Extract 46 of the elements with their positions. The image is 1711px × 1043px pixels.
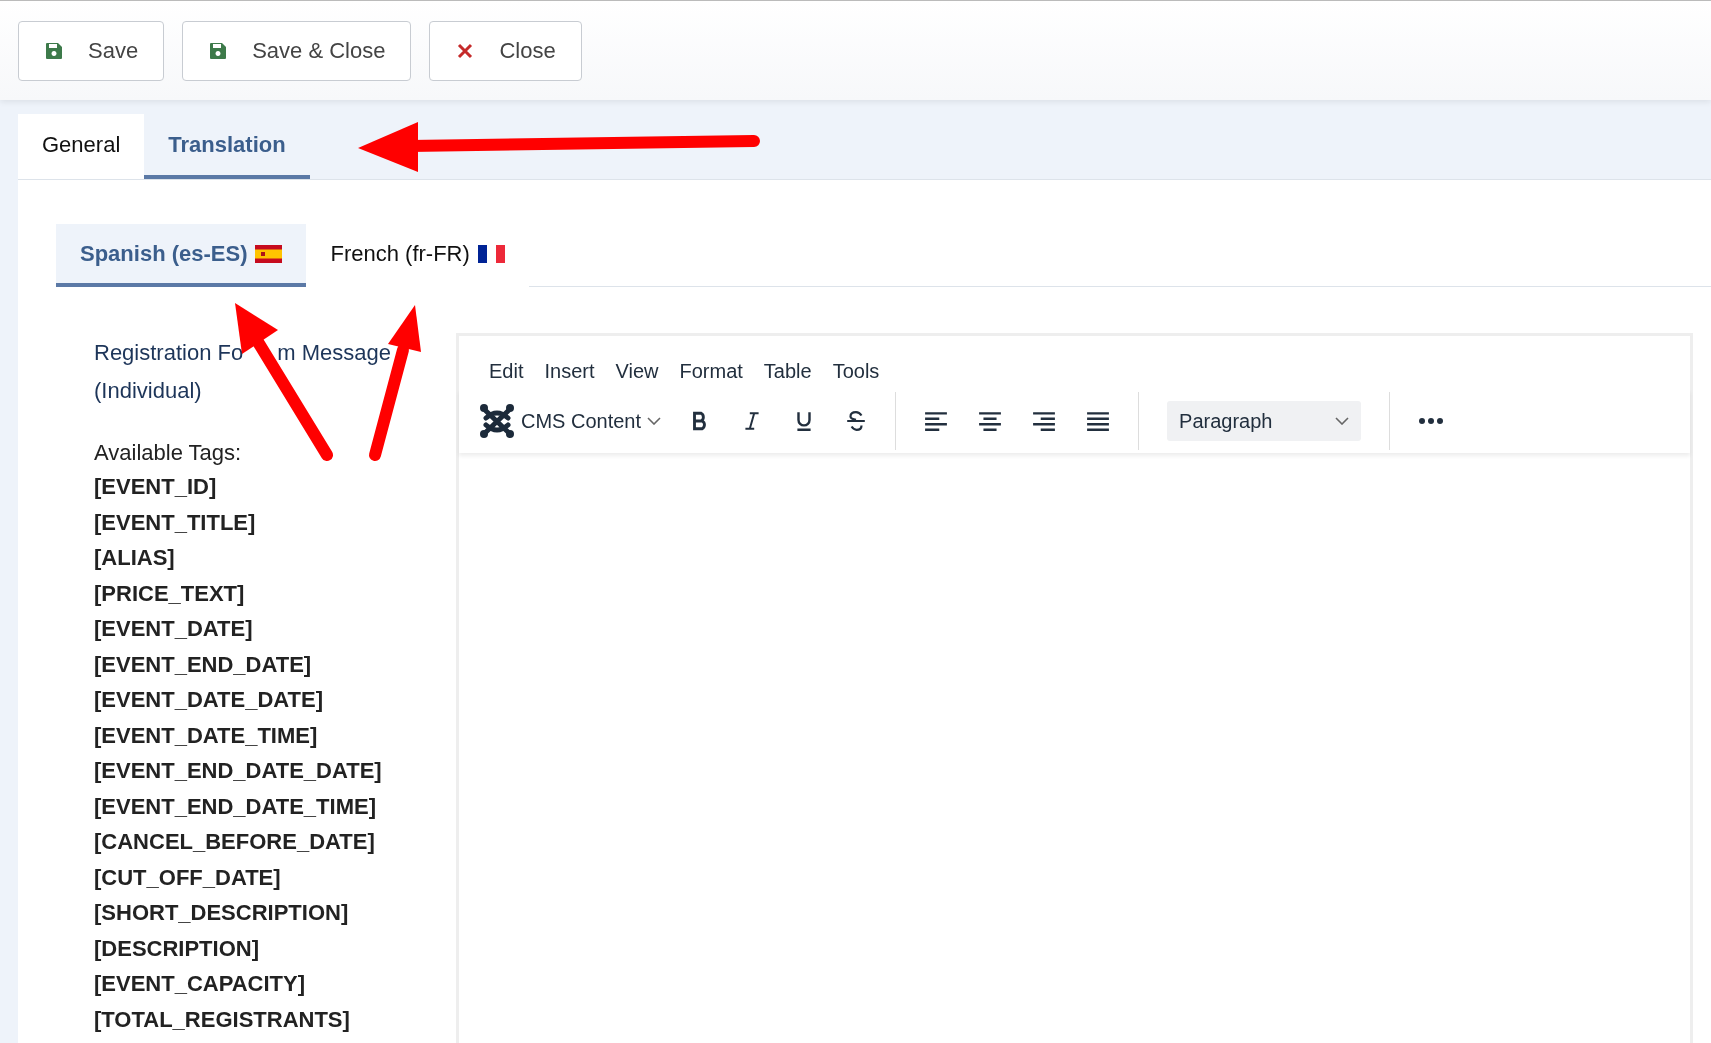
align-right-icon[interactable] xyxy=(1032,410,1057,432)
toolbar-button[interactable]: Save xyxy=(18,20,165,81)
help-title: Available Tags: xyxy=(94,439,243,467)
tag-text: [EVENT_ID] xyxy=(94,473,218,501)
menu-item[interactable]: Edit xyxy=(481,360,537,383)
menu-item[interactable]: Insert xyxy=(536,360,608,383)
tag-text: [EVENT_TITLE] xyxy=(94,508,257,537)
tag-text: [ALIAS] xyxy=(94,544,176,572)
save-icon xyxy=(208,40,229,61)
menu-item[interactable]: Tools xyxy=(824,360,893,383)
tag-text: [EVENT_END_DATE_TIME] xyxy=(94,792,377,821)
tab[interactable]: General xyxy=(18,114,145,179)
justify-icon[interactable] xyxy=(1086,410,1111,432)
chevron-down-icon xyxy=(647,417,662,425)
toolbar-button[interactable]: Save & Close xyxy=(182,20,412,81)
tag-text: [PRICE_TEXT] xyxy=(94,579,246,608)
flag-icon xyxy=(477,244,505,263)
field-label: (Individual) xyxy=(94,377,202,405)
cms-content-button[interactable]: CMS Content xyxy=(479,403,680,439)
tag-text: [EVENT_END_DATE_DATE] xyxy=(94,757,383,785)
menu-item[interactable]: Table xyxy=(755,360,825,383)
align-center-icon[interactable] xyxy=(978,410,1003,432)
tag-text: [EVENT_END_DATE] xyxy=(94,650,313,679)
tag-text: [EVENT_CAPACITY] xyxy=(94,970,307,998)
more-icon[interactable] xyxy=(1418,417,1445,425)
tag-text: [CANCEL_BEFORE_DATE] xyxy=(94,828,376,856)
strikethrough-icon[interactable] xyxy=(845,410,868,432)
tag-text: [SHORT_DESCRIPTION] xyxy=(94,899,350,927)
save-icon xyxy=(44,40,64,61)
tag-text: [EVENT_DATE_TIME] xyxy=(94,721,319,750)
field-label: Registration Fo xyxy=(94,339,244,367)
block-format-select[interactable]: Paragraph xyxy=(1167,401,1362,441)
tag-text: [TOTAL_REGISTRANTS] xyxy=(94,1005,351,1034)
field-label: m Message xyxy=(277,339,391,367)
cross-logo-icon xyxy=(479,403,515,439)
toolbar-button[interactable]: Close xyxy=(429,20,582,81)
menu-item[interactable]: Format xyxy=(671,360,756,383)
tag-text: [DESCRIPTION] xyxy=(94,934,260,963)
tag-text: [CUT_OFF_DATE] xyxy=(94,863,282,892)
tag-text: [EVENT_DATE_DATE] xyxy=(94,686,324,714)
tag-text: [EVENT_DATE] xyxy=(94,615,254,643)
align-left-icon[interactable] xyxy=(924,410,949,432)
flag-icon xyxy=(255,244,283,263)
chevron-down-icon xyxy=(1335,417,1350,425)
language-tab[interactable]: Spanish (es-ES) xyxy=(56,224,307,287)
menu-item[interactable]: View xyxy=(607,360,672,383)
